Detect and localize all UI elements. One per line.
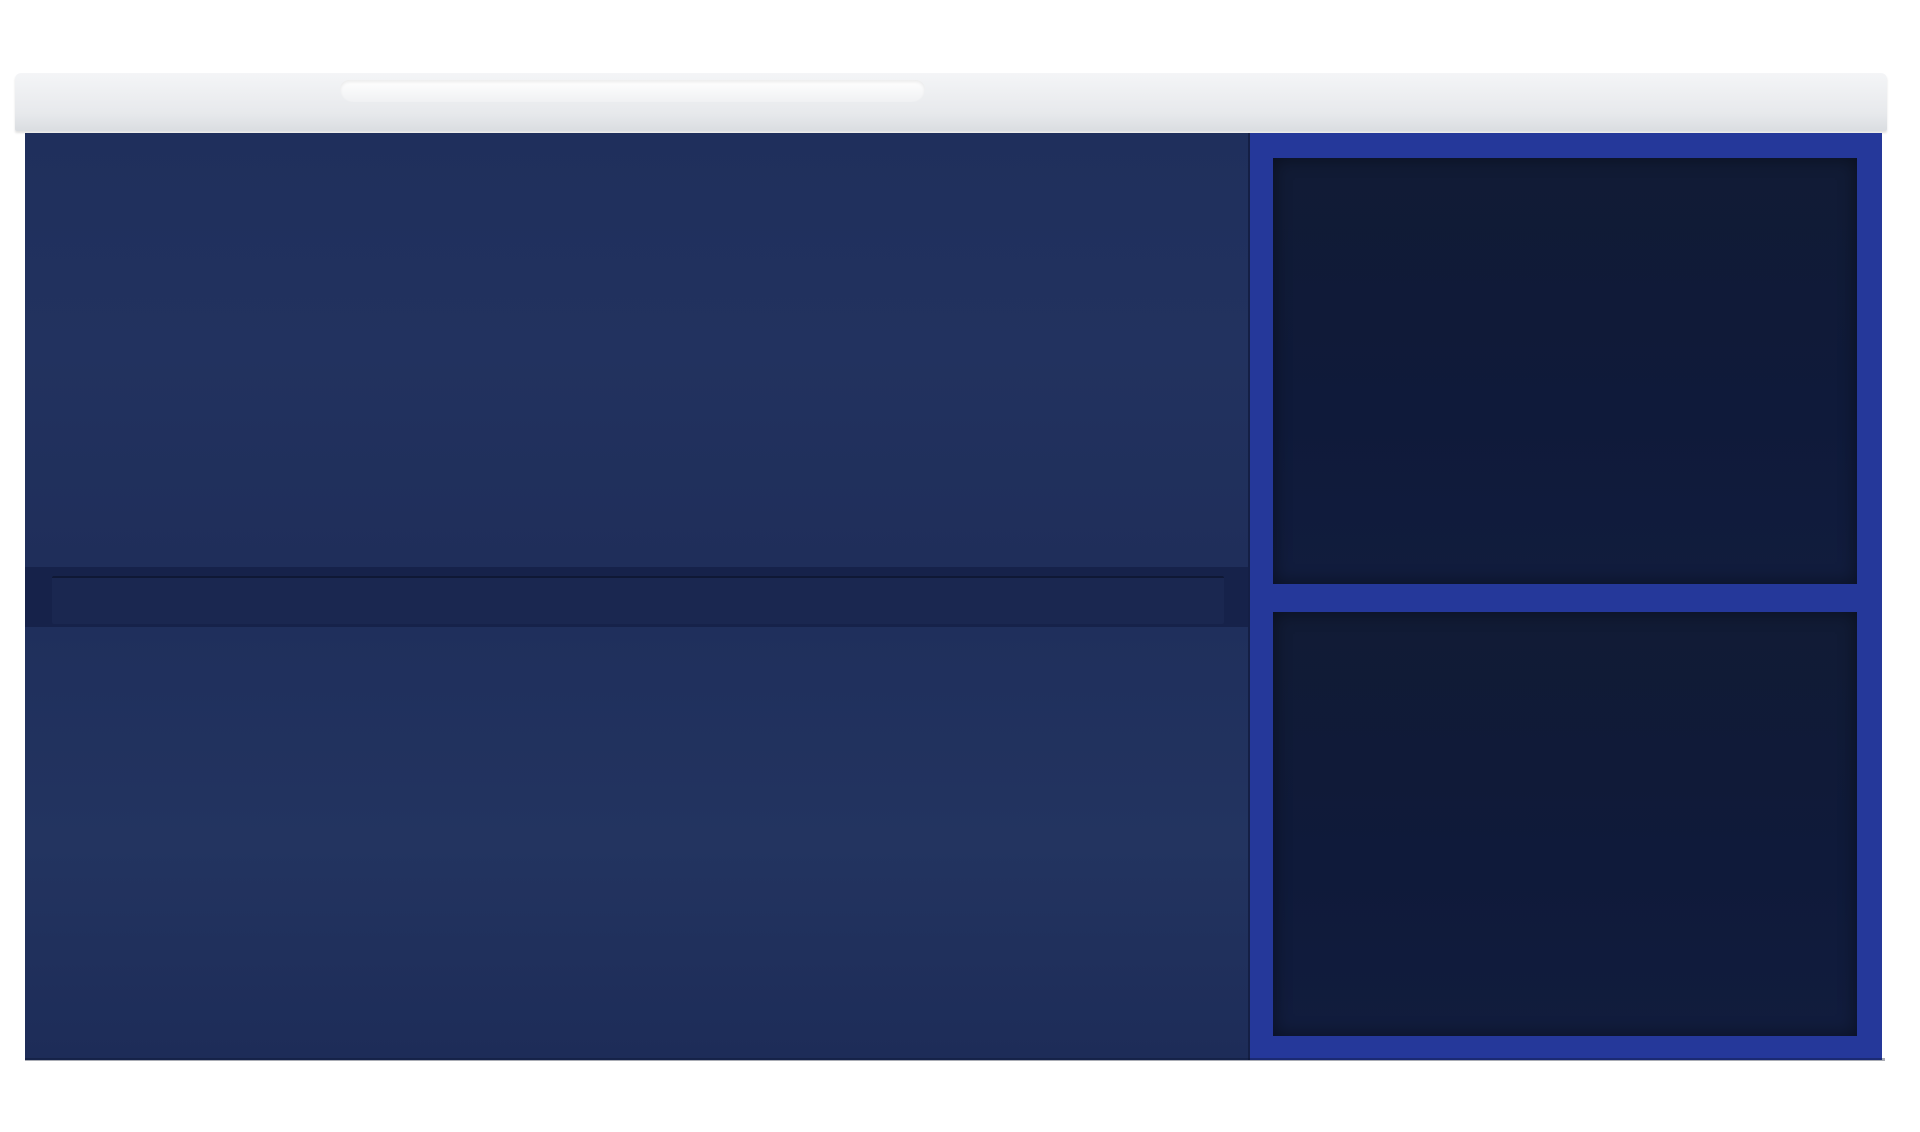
bottom-drawer <box>25 627 1248 1059</box>
vanity-scene <box>0 0 1920 1132</box>
sink-basin <box>340 80 925 102</box>
countertop <box>15 73 1887 131</box>
base-shadow <box>25 1058 1885 1061</box>
top-drawer <box>25 135 1248 567</box>
upper-shelf-cubby <box>1273 158 1857 584</box>
handle-groove-recess <box>52 576 1224 624</box>
lower-shelf-cubby <box>1273 612 1857 1036</box>
